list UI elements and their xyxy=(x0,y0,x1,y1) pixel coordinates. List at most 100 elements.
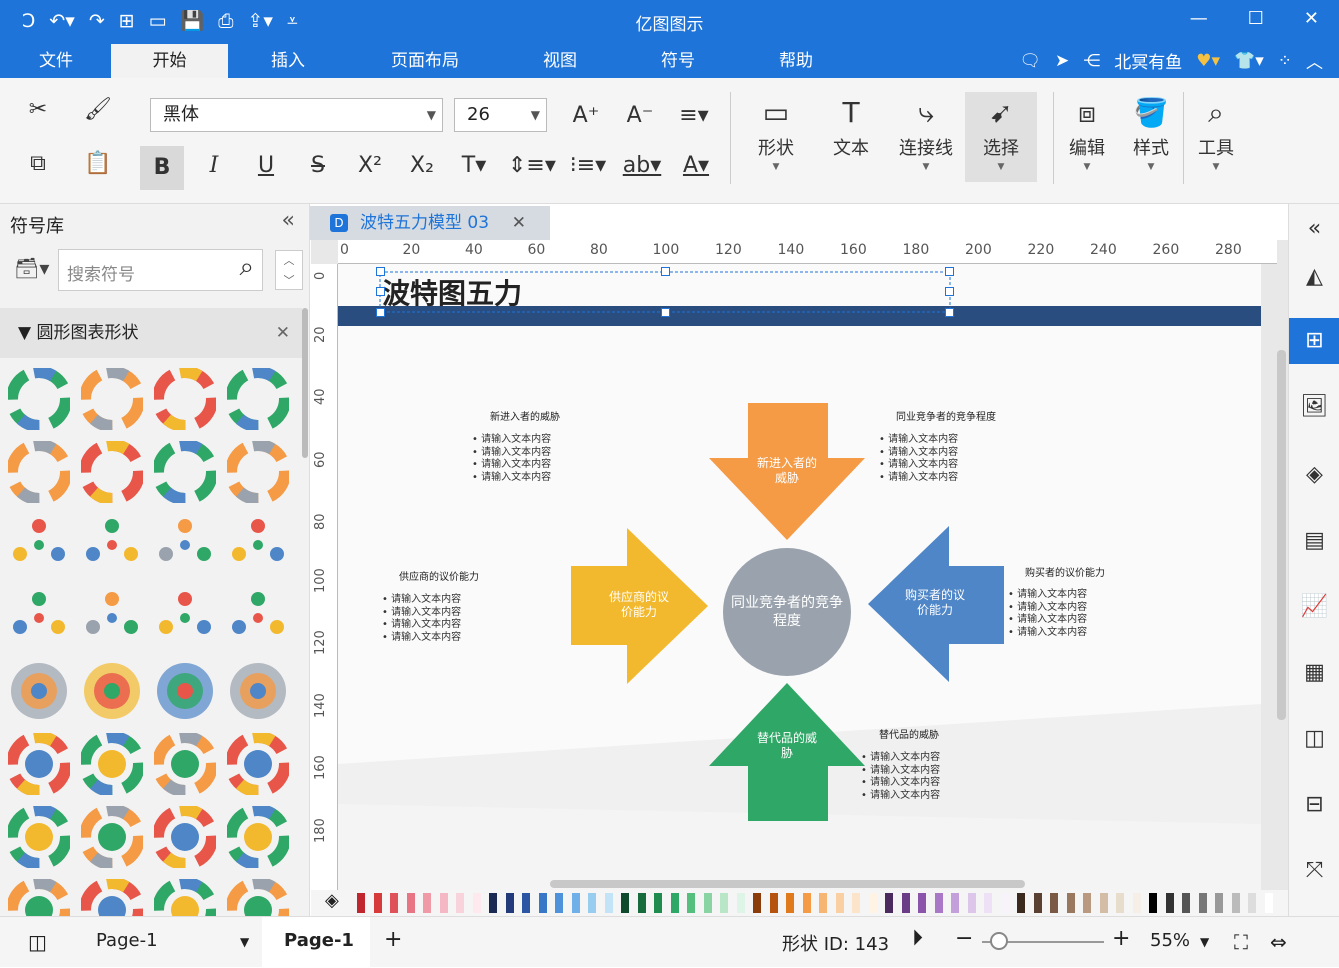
font-family-select[interactable]: 黑体 ▼ xyxy=(150,98,443,132)
color-swatch[interactable] xyxy=(1231,893,1240,913)
font-size-select[interactable]: 26 ▼ xyxy=(454,98,547,132)
panel-scrollbar[interactable] xyxy=(302,308,308,458)
color-swatch[interactable] xyxy=(1083,893,1091,913)
page-tab[interactable]: Page-1 xyxy=(284,930,354,951)
circle-chart-shape[interactable] xyxy=(81,660,143,722)
circle-chart-shape[interactable] xyxy=(8,514,70,576)
color-swatch[interactable] xyxy=(1000,893,1009,913)
color-swatch[interactable] xyxy=(357,893,365,913)
color-swatch[interactable] xyxy=(835,893,844,913)
color-swatch[interactable] xyxy=(736,893,745,913)
circle-chart-shape[interactable] xyxy=(154,514,216,576)
circle-chart-shape[interactable] xyxy=(152,366,218,432)
decrease-font-icon[interactable]: A⁻ xyxy=(622,98,658,134)
menu-symbol[interactable]: 符号 xyxy=(638,44,718,78)
line-spacing-icon[interactable]: ⇕≡▾ xyxy=(508,148,556,184)
text-highlight-icon[interactable]: ab▾ xyxy=(620,148,664,184)
menu-view[interactable]: 视图 xyxy=(520,44,600,78)
copy-icon[interactable]: ⧉ xyxy=(20,146,56,182)
send-icon[interactable]: ➤ xyxy=(1055,51,1069,71)
menu-help[interactable]: 帮助 xyxy=(756,44,836,78)
color-swatch[interactable] xyxy=(769,893,778,913)
circle-chart-shape[interactable] xyxy=(79,804,145,870)
connector-button[interactable]: ⤷ 连接线 ▼ xyxy=(890,92,962,182)
circle-chart-shape[interactable] xyxy=(79,439,145,505)
circle-chart-shape[interactable] xyxy=(152,731,218,797)
paste-icon[interactable]: 📋 xyxy=(80,146,116,182)
vip-icon[interactable]: ♥▾ xyxy=(1196,51,1220,71)
color-swatch[interactable] xyxy=(967,893,976,913)
bullets-right[interactable]: • 请输入文本内容 • 请输入文本内容 • 请输入文本内容 • 请输入文本内容 xyxy=(1008,589,1087,639)
italic-icon[interactable]: I xyxy=(196,148,232,184)
color-swatch[interactable] xyxy=(786,893,794,913)
circle-chart-shape[interactable] xyxy=(79,366,145,432)
color-swatch[interactable] xyxy=(456,893,464,913)
cut-icon[interactable]: ✂ xyxy=(20,92,56,128)
label-top-right[interactable]: 同业竞争者的竞争程度 xyxy=(896,408,996,423)
color-swatch[interactable] xyxy=(1182,893,1190,913)
strikethrough-icon[interactable]: S xyxy=(300,148,336,184)
image-icon[interactable]: 🖼 xyxy=(1289,384,1339,430)
skin-icon[interactable]: 👕▾ xyxy=(1234,51,1264,71)
fill-icon[interactable]: ◭ xyxy=(1289,254,1339,300)
zoom-level[interactable]: 55% xyxy=(1150,930,1190,951)
color-swatch[interactable] xyxy=(489,893,497,913)
full-width-icon[interactable]: ⇔ xyxy=(1270,930,1287,954)
circle-chart-shape[interactable] xyxy=(227,514,289,576)
color-swatch[interactable] xyxy=(1116,893,1124,913)
color-swatch[interactable] xyxy=(984,893,992,913)
close-icon[interactable]: ✕ xyxy=(1304,8,1319,29)
bullets-left[interactable]: • 请输入文本内容 • 请输入文本内容 • 请输入文本内容 • 请输入文本内容 xyxy=(382,594,461,644)
increase-font-icon[interactable]: A⁺ xyxy=(568,98,604,134)
chevron-down-icon[interactable]: ▼ xyxy=(240,935,249,949)
bold-icon[interactable]: B xyxy=(140,146,184,190)
circle-chart-shape[interactable] xyxy=(152,439,218,505)
circle-chart-shape[interactable] xyxy=(225,439,291,505)
apps-icon[interactable]: ⁘ xyxy=(1278,51,1292,71)
color-swatch[interactable] xyxy=(571,893,580,913)
circle-chart-shape[interactable] xyxy=(6,366,72,432)
font-color-icon[interactable]: A▾ xyxy=(674,148,718,184)
presentation-icon[interactable]: ⊟ xyxy=(1289,782,1339,828)
circle-chart-shape[interactable] xyxy=(79,731,145,797)
color-swatch[interactable] xyxy=(505,893,514,913)
bullets-top-left[interactable]: • 请输入文本内容 • 请输入文本内容 • 请输入文本内容 • 请输入文本内容 xyxy=(472,434,551,484)
chevron-down-icon[interactable]: ▼ xyxy=(1200,935,1209,949)
color-swatch[interactable] xyxy=(538,893,547,913)
zoom-thumb[interactable] xyxy=(990,932,1008,950)
circle-chart-shape[interactable] xyxy=(6,439,72,505)
minimize-icon[interactable]: — xyxy=(1190,8,1208,29)
label-bottom[interactable]: 替代品的威胁 xyxy=(879,726,939,741)
align-icon[interactable]: ≡▾ xyxy=(676,98,712,134)
close-icon[interactable]: ✕ xyxy=(276,308,290,358)
scroll-up-down[interactable]: ︿ ﹀ xyxy=(275,250,303,290)
color-swatch[interactable] xyxy=(802,893,811,913)
color-swatch[interactable] xyxy=(390,893,398,913)
color-swatch[interactable] xyxy=(1198,893,1207,913)
color-swatch[interactable] xyxy=(555,893,563,913)
bullets-icon[interactable]: ⁝≡▾ xyxy=(566,148,610,184)
diagram-page[interactable]: 波特图五力 新进入者的威胁 供应商的议价能力 购买者的议价能力 替代品的威胁 同… xyxy=(338,264,1261,890)
color-swatch[interactable] xyxy=(901,893,910,913)
color-swatch[interactable] xyxy=(472,893,481,913)
maximize-icon[interactable]: ☐ xyxy=(1248,8,1264,29)
label-top-left[interactable]: 新进入者的威胁 xyxy=(490,408,560,423)
menu-file[interactable]: 文件 xyxy=(16,44,96,78)
library-icon[interactable]: 🗃▾ xyxy=(14,256,49,280)
underline-icon[interactable]: U xyxy=(248,148,284,184)
color-swatch[interactable] xyxy=(1215,893,1223,913)
color-swatch[interactable] xyxy=(1066,893,1075,913)
color-swatch[interactable] xyxy=(637,893,646,913)
color-swatch[interactable] xyxy=(1050,893,1058,913)
collapse-ribbon-icon[interactable]: ︿ xyxy=(1306,48,1323,73)
circle-chart-shape[interactable] xyxy=(225,731,291,797)
circle-chart-shape[interactable] xyxy=(81,514,143,576)
layers-icon[interactable]: ◈ xyxy=(1289,452,1339,498)
chart-icon[interactable]: 📈 xyxy=(1289,584,1339,630)
color-swatch[interactable] xyxy=(670,893,679,913)
color-swatch[interactable] xyxy=(654,893,662,913)
search-icon[interactable]: ⌕ xyxy=(239,252,254,283)
text-button[interactable]: T 文本 xyxy=(815,92,887,182)
circle-chart-shape[interactable] xyxy=(6,804,72,870)
color-swatch[interactable] xyxy=(1132,893,1141,913)
